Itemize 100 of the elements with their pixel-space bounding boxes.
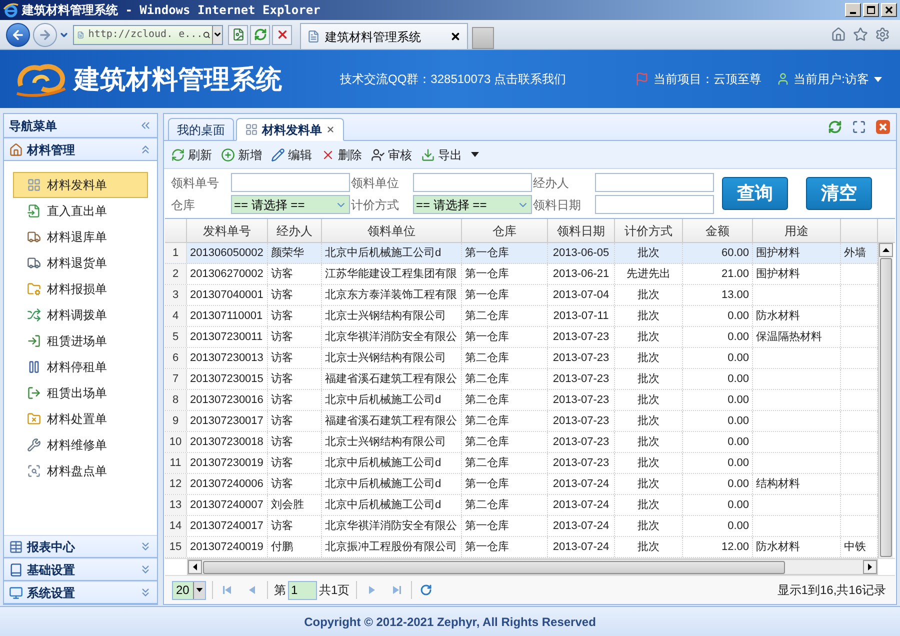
toolbar-button[interactable]: 编辑: [271, 144, 312, 166]
table-row[interactable]: 10 201307230018 访客 北京士兴钢结构有限公司 第二仓库 2013-07-23 批次 0.00: [165, 432, 878, 453]
toolbar-button[interactable]: 删除: [321, 144, 362, 166]
house-icon: [9, 142, 23, 156]
arrow-right-icon: [38, 28, 52, 42]
column-header[interactable]: 领料单位: [368, 222, 416, 240]
scroll-up-icon[interactable]: [879, 243, 893, 257]
page-icon: [307, 30, 320, 43]
address-field[interactable]: http://zcloud. e...: [73, 24, 223, 44]
table-row[interactable]: 4 201307110001 访客 北京士兴钢结构有限公司 第二仓库 2013-07-11 批次 0.00 防水材料: [165, 306, 878, 327]
table-row[interactable]: 7 201307230015 访客 福建省溪石建筑工程有限公 第二仓库 2013-07-23 批次 0.00: [165, 369, 878, 390]
search-button[interactable]: 清空: [806, 177, 872, 210]
table-cell-text: 0.00: [728, 498, 749, 513]
select-field[interactable]: == 请选择 ==: [231, 195, 350, 214]
table-cell-text: 201307230017: [190, 414, 264, 429]
table-row[interactable]: 14 201307240017 访客 北京华祺洋消防安全有限公 第一仓库 2013-07-24 批次 0.00: [165, 516, 878, 537]
page-input[interactable]: 1: [288, 580, 317, 600]
table-cell-text: 60.00: [721, 246, 749, 261]
toolbar-button[interactable]: 新增: [221, 144, 262, 166]
back-button[interactable]: [6, 22, 30, 46]
star-icon[interactable]: [853, 27, 868, 42]
accordion-header[interactable]: 报表中心: [4, 535, 157, 558]
table-row[interactable]: 9 201307230017 访客 福建省溪石建筑工程有限公 第二仓库 2013-07-23 批次 0.00: [165, 411, 878, 432]
table-row[interactable]: 1 201306050002 颜荣华 北京中后机械施工公司d 第一仓库 2013-06-05 批次 60.00 围护材料 外墙: [165, 243, 878, 264]
search-button[interactable]: 查询: [722, 177, 788, 210]
minimize-button[interactable]: [845, 3, 861, 17]
accordion-header[interactable]: 基础设置: [4, 558, 157, 581]
field-label: 领料日期: [533, 196, 582, 214]
close-tab-icon[interactable]: [450, 31, 461, 42]
toolbar-button[interactable]: 导出: [421, 144, 479, 166]
text-input[interactable]: [595, 173, 714, 192]
caret-icon[interactable]: [874, 76, 882, 82]
scrollbar-thumb[interactable]: [880, 258, 892, 557]
compatibility-button[interactable]: [228, 24, 248, 44]
column-header[interactable]: 发料单号: [203, 222, 251, 240]
sidebar-item[interactable]: 材料发料单: [13, 172, 148, 198]
page-label: 第: [274, 582, 286, 599]
table-cell-text: 批次: [638, 330, 660, 345]
maximize-button[interactable]: [863, 3, 879, 17]
close-icon[interactable]: [876, 120, 890, 134]
close-button[interactable]: [881, 3, 897, 17]
current-user-menu[interactable]: 当前用户:访客: [794, 70, 869, 88]
table-row[interactable]: 3 201307040001 访客 北京东方泰洋装饰工程有限 第一仓库 2013-07-04 批次 13.00: [165, 285, 878, 306]
chevrons-left-icon[interactable]: [139, 119, 152, 132]
scroll-left-icon[interactable]: [188, 560, 202, 574]
new-tab-button[interactable]: [472, 27, 494, 49]
table-cell-text: 0.00: [728, 518, 749, 534]
last-page-icon[interactable]: [390, 585, 401, 595]
toolbar-button[interactable]: 刷新: [171, 144, 212, 166]
text-input[interactable]: [231, 173, 350, 192]
tab[interactable]: 材料发料单: [236, 118, 344, 141]
select-field[interactable]: == 请选择 ==: [413, 195, 532, 214]
settings-icon[interactable]: [875, 27, 890, 42]
field-label: 计价方式: [351, 196, 400, 214]
chevrons-up-icon: [139, 143, 152, 156]
first-page-icon[interactable]: [223, 585, 233, 595]
chevron-down-icon[interactable]: [213, 30, 222, 39]
refresh-icon[interactable]: [420, 584, 432, 596]
tab[interactable]: 我的桌面: [168, 118, 234, 141]
table-row[interactable]: 11 201307230019 访客 北京中后机械施工公司d 第二仓库 2013-07-23 批次 0.00: [165, 453, 878, 474]
vertical-scrollbar[interactable]: [878, 243, 893, 558]
table-cell-text: 访客: [271, 266, 293, 282]
previous-page-icon[interactable]: [247, 585, 257, 595]
text-input[interactable]: [595, 195, 714, 214]
accordion-header[interactable]: 系统设置: [4, 581, 157, 604]
column-header[interactable]: 领料日期: [557, 222, 605, 240]
table-cell-text: 北京中后机械施工公司d: [325, 392, 442, 408]
table-cell-text: 北京士兴钢结构有限公司: [325, 350, 446, 366]
scrollbar-thumb[interactable]: [203, 560, 785, 574]
table-cell-text: 第二仓库: [465, 414, 509, 429]
stop-button[interactable]: [272, 24, 292, 44]
table-row[interactable]: 8 201307230016 访客 北京中后机械施工公司d 第二仓库 2013-07-23 批次 0.00: [165, 390, 878, 411]
page-size-select[interactable]: 20: [172, 580, 206, 600]
table-cell-text: 第一仓库: [465, 518, 509, 534]
refresh-button[interactable]: [250, 24, 270, 44]
home-icon[interactable]: [831, 27, 846, 42]
corner-brackets-icon[interactable]: [852, 120, 866, 134]
text-input[interactable]: [413, 173, 532, 192]
table-row[interactable]: 15 201307240019 付鹏 北京振冲工程股份有限公司 第一仓库 2013-07-24 批次 12.00 防水材料 中铁: [165, 537, 878, 558]
scroll-right-icon[interactable]: [863, 560, 877, 574]
table-row[interactable]: 2 201306270002 访客 江苏华能建设工程集团有限 第一仓库 2013-06-21 先进先出 21.00 围护材料: [165, 264, 878, 285]
table-cell-text: 0.00: [728, 392, 749, 408]
page-total: 共1页: [319, 582, 350, 599]
chevrons-down-icon: [139, 563, 152, 576]
table-row[interactable]: 5 201307230011 访客 北京华祺洋消防安全有限公 第一仓库 2013-07-23 批次 0.00 保温隔热材料: [165, 327, 878, 348]
table-cell-text: 访客: [271, 372, 293, 387]
next-page-icon[interactable]: [366, 585, 377, 595]
column-header[interactable]: 计价方式: [624, 222, 672, 240]
browser-tab[interactable]: 建筑材料管理系统: [300, 23, 468, 49]
column-header[interactable]: 用途: [784, 222, 808, 240]
table-row[interactable]: 12 201307240006 访客 北京中后机械施工公司d 第一仓库 2013-07-24 批次 0.00 结构材料: [165, 474, 878, 495]
refresh-icon[interactable]: [828, 120, 842, 134]
horizontal-scrollbar[interactable]: [187, 559, 878, 575]
column-header[interactable]: 仓库: [492, 222, 516, 240]
column-header[interactable]: 经办人: [276, 222, 312, 240]
toolbar-button[interactable]: 审核: [371, 144, 412, 166]
table-row[interactable]: 13 201307240007 刘会胜 北京中后机械施工公司d 第二仓库 2013-07-24 批次 0.00: [165, 495, 878, 516]
column-header[interactable]: 金额: [706, 222, 730, 240]
table-row[interactable]: 6 201307230013 访客 北京士兴钢结构有限公司 第二仓库 2013-07-23 批次 0.00: [165, 348, 878, 369]
accordion-header[interactable]: 材料管理: [4, 138, 157, 161]
